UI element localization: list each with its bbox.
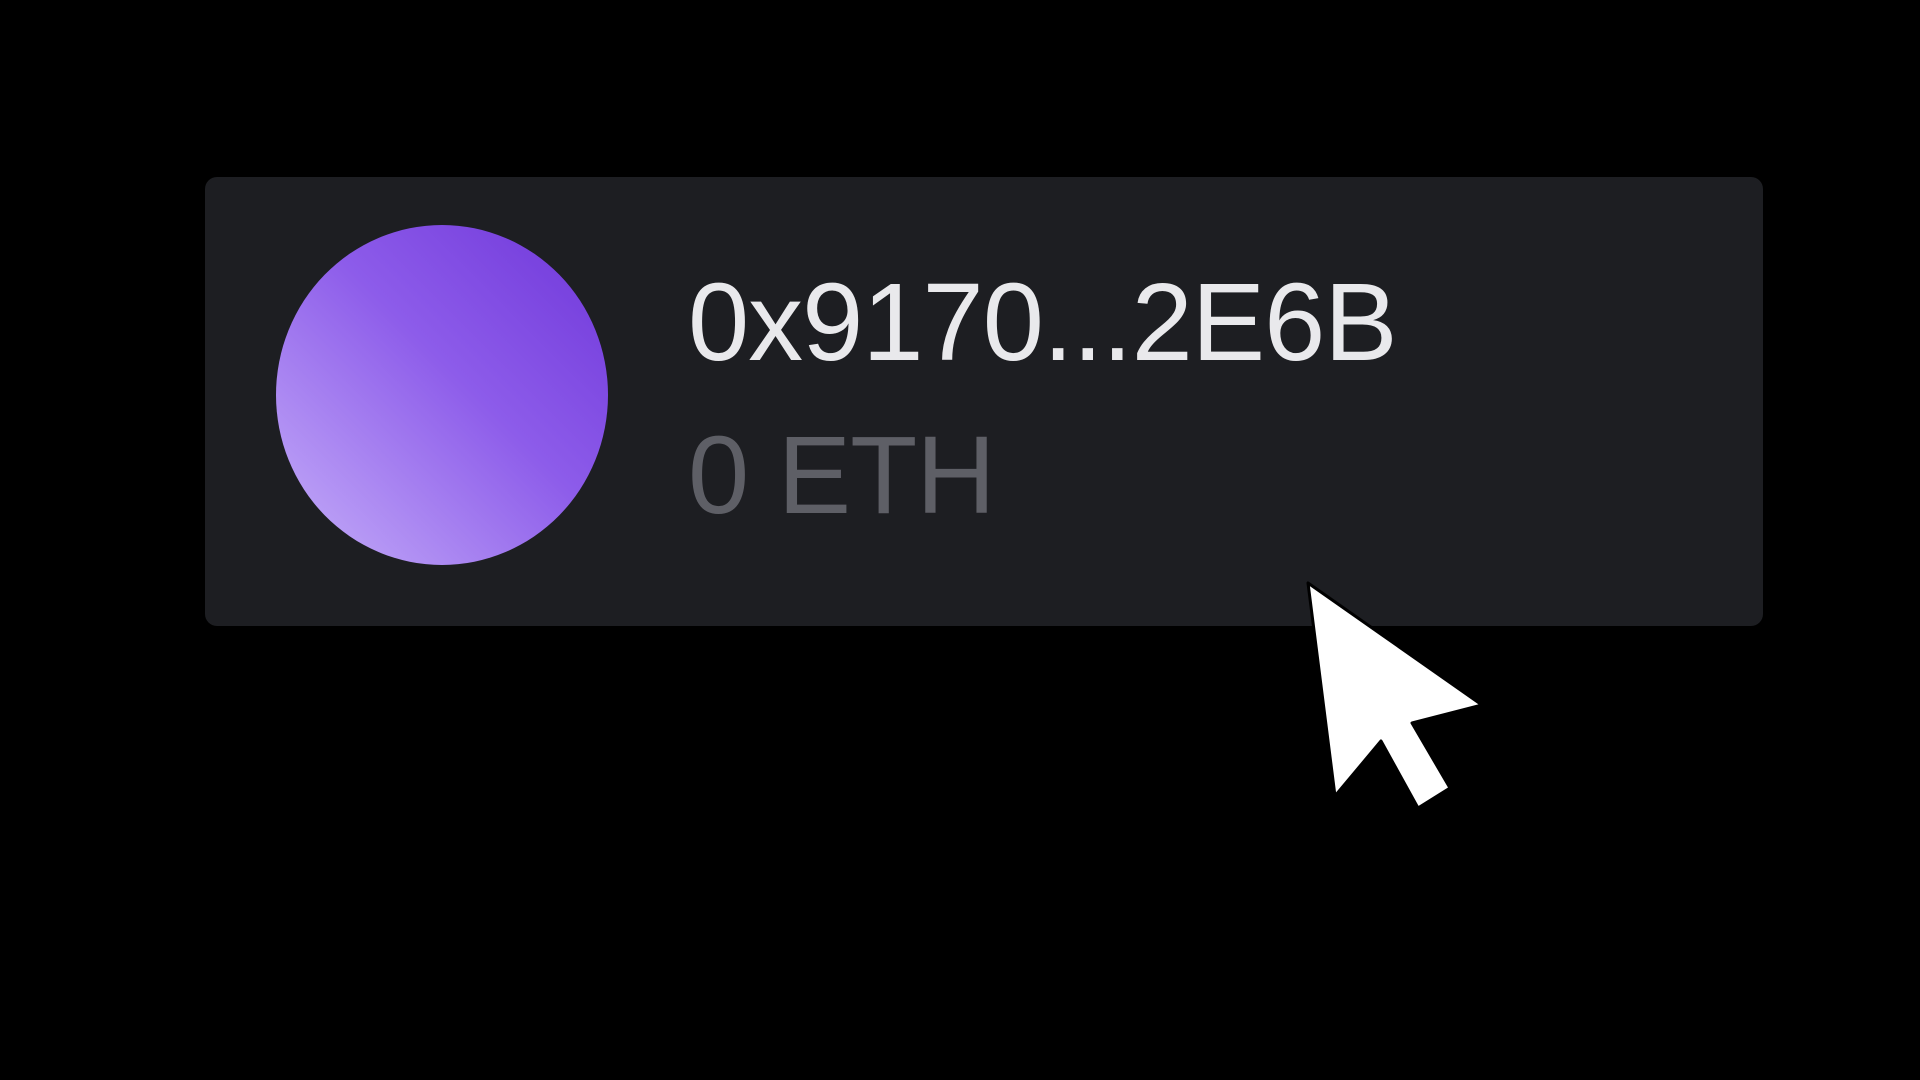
wallet-account-button[interactable]: 0x9170...2E6B 0 ETH <box>205 177 1763 626</box>
mouse-cursor-icon <box>1306 581 1484 810</box>
wallet-balance: 0 ETH <box>688 414 996 537</box>
wallet-address: 0x9170...2E6B <box>688 261 1398 384</box>
page: 0x9170...2E6B 0 ETH <box>0 0 1920 1080</box>
wallet-avatar <box>276 225 608 565</box>
